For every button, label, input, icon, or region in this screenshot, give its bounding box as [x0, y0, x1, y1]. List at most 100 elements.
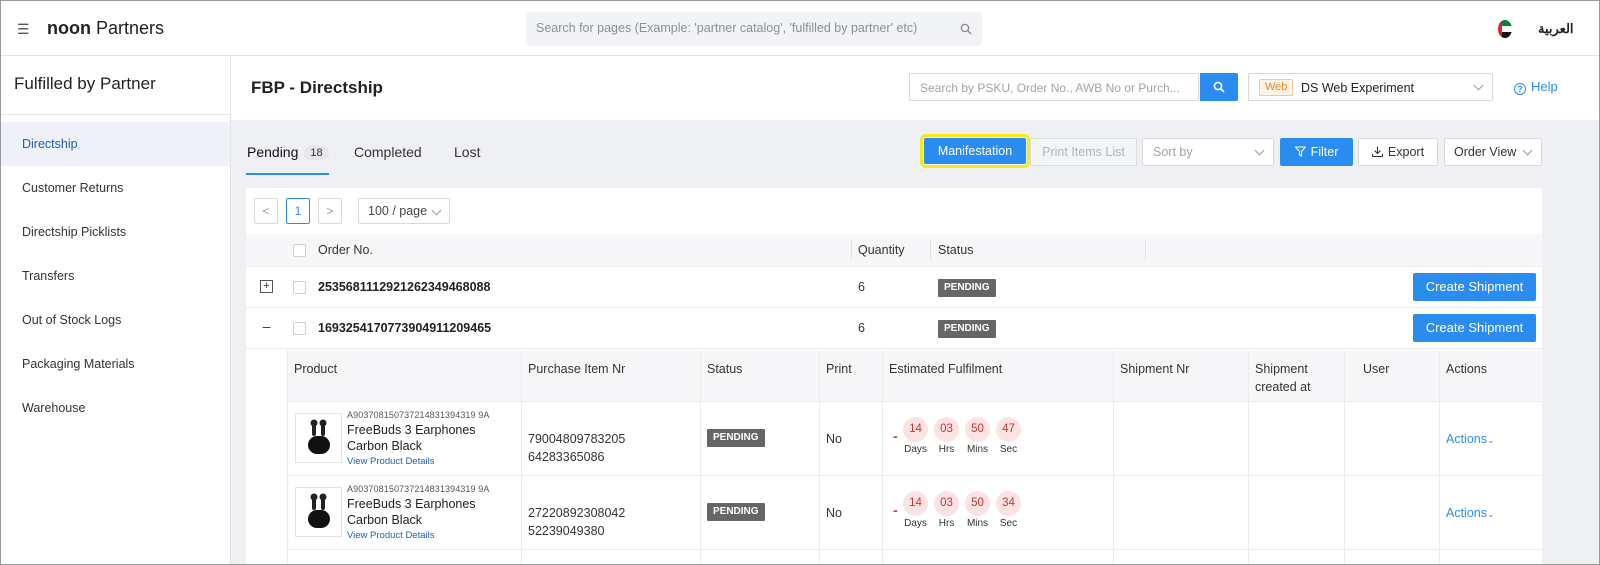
- collapse-row-icon[interactable]: –: [260, 319, 273, 334]
- order-item-row: A903708150737214831394319 9A FreeBuds 3 …: [288, 402, 1543, 476]
- search-icon: [1213, 81, 1225, 93]
- product-name: FreeBuds 3 Earphones Carbon Black: [347, 423, 476, 453]
- product-image: [295, 487, 342, 537]
- sidebar-item-warehouse[interactable]: Warehouse: [1, 386, 230, 430]
- view-product-details-link[interactable]: View Product Details: [347, 456, 434, 467]
- status-badge: PENDING: [707, 429, 765, 447]
- order-row[interactable]: + 2535681112921262349468088 6 PENDING Cr…: [246, 267, 1542, 308]
- order-number: 169325417077390491120946​5: [318, 321, 492, 335]
- chevron-down-icon: [1254, 145, 1265, 156]
- create-shipment-button[interactable]: Create Shipment: [1413, 314, 1536, 342]
- page-1-button[interactable]: 1: [286, 198, 310, 224]
- download-icon: [1371, 146, 1383, 158]
- status-badge: PENDING: [938, 279, 996, 297]
- export-button[interactable]: Export: [1358, 138, 1438, 166]
- order-quantity: 6: [858, 321, 865, 335]
- order-item-row: A903708150737214831394319 9A FreeBuds 3 …: [288, 476, 1543, 550]
- page-size-select[interactable]: 100 / page: [358, 198, 450, 224]
- status-badge: PENDING: [707, 503, 765, 521]
- product-sku: A903708150737214831394319 9A: [347, 484, 490, 494]
- chevron-down-icon: [1522, 145, 1533, 156]
- actions-dropdown[interactable]: Actions⌄: [1446, 506, 1495, 520]
- print-value: No: [826, 506, 842, 520]
- sidebar-item-directship[interactable]: Directship: [1, 122, 230, 166]
- experiment-select[interactable]: Web DS Web Experiment: [1248, 73, 1493, 101]
- column-estimated-fulfilment: Estimated Fulfilment: [889, 362, 1003, 376]
- sort-by-placeholder: Sort by: [1153, 145, 1193, 159]
- create-shipment-button[interactable]: Create Shipment: [1413, 273, 1536, 301]
- sidebar-item-out-of-stock-logs[interactable]: Out of Stock Logs: [1, 298, 230, 342]
- order-view-label: Order View: [1454, 145, 1517, 159]
- filter-button[interactable]: Filter: [1280, 138, 1353, 166]
- chevron-down-icon: ⌄: [1487, 435, 1495, 445]
- global-search-input[interactable]: Search for pages (Example: 'partner cata…: [526, 12, 982, 46]
- page-size-label: 100 / page: [368, 204, 428, 218]
- top-bar: ☰ noon Partners Search for pages (Exampl…: [1, 1, 1599, 56]
- sidebar-title: Fulfilled by Partner: [14, 74, 156, 93]
- sort-by-select[interactable]: Sort by: [1142, 138, 1274, 166]
- tab-completed[interactable]: Completed: [354, 144, 422, 160]
- sidebar-item-directship-picklists[interactable]: Directship Picklists: [1, 210, 230, 254]
- next-page-button[interactable]: >: [318, 198, 342, 224]
- column-print: Print: [826, 362, 852, 376]
- product-sku: A903708150737214831394319 9A: [347, 410, 490, 420]
- chevron-down-icon: [431, 205, 442, 216]
- order-search-input[interactable]: Search by PSKU, Order No., AWB No or Pur…: [909, 73, 1199, 101]
- tab-lost[interactable]: Lost: [454, 144, 480, 160]
- purchase-item-nr: 64283365086: [528, 450, 605, 464]
- timer-minutes: 50 Mins: [965, 491, 990, 529]
- page-title: FBP - Directship: [251, 78, 383, 97]
- column-actions: Actions: [1446, 362, 1487, 376]
- help-label: Help: [1531, 79, 1558, 94]
- manifestation-button[interactable]: Manifestation: [920, 134, 1030, 168]
- column-product: Product: [294, 362, 338, 376]
- sidebar-item-customer-returns[interactable]: Customer Returns: [1, 166, 230, 210]
- row-checkbox[interactable]: [293, 281, 306, 294]
- timer-minutes: 50 Mins: [965, 417, 990, 455]
- timer-hours: 03 Hrs: [934, 417, 959, 455]
- prev-page-button[interactable]: <: [254, 198, 278, 224]
- order-row[interactable]: – 169325417077390491120946​5 6 PENDING C…: [246, 308, 1542, 349]
- tab-pending-label: Pending: [247, 144, 299, 160]
- filter-icon: [1293, 146, 1307, 157]
- column-status: Status: [938, 243, 974, 257]
- page-header: FBP - Directship Search by PSKU, Order N…: [231, 56, 1599, 120]
- column-divider: [930, 240, 931, 260]
- actions-label: Actions: [1446, 506, 1487, 520]
- column-shipment-nr: Shipment Nr: [1120, 362, 1190, 376]
- brand-logo[interactable]: noon Partners: [47, 18, 164, 39]
- help-link[interactable]: ? Help: [1514, 79, 1558, 95]
- print-items-list-button[interactable]: Print Items List: [1030, 138, 1137, 166]
- order-quantity: 6: [858, 280, 865, 294]
- expand-row-icon[interactable]: +: [260, 280, 273, 293]
- column-divider: [851, 240, 852, 260]
- order-view-select[interactable]: Order View: [1444, 138, 1542, 166]
- order-search-placeholder: Search by PSKU, Order No., AWB No or Pur…: [920, 81, 1180, 95]
- tab-pending[interactable]: Pending 18: [247, 144, 329, 160]
- sidebar-item-transfers[interactable]: Transfers: [1, 254, 230, 298]
- row-checkbox[interactable]: [293, 322, 306, 335]
- column-item-status: Status: [707, 362, 743, 376]
- purchase-item-nr: 79004809783205: [528, 432, 626, 446]
- purchase-item-numbers: 79004809783205 64283365086: [528, 430, 625, 466]
- actions-dropdown[interactable]: Actions⌄: [1446, 432, 1495, 446]
- purchase-item-numbers: 27220892308042 52239049380: [528, 504, 625, 540]
- purchase-item-nr: 52239049380: [528, 524, 605, 538]
- product-image: [295, 413, 342, 463]
- orders-table-header: Order No. Quantity Status: [246, 234, 1542, 267]
- sidebar-item-packaging-materials[interactable]: Packaging Materials: [1, 342, 230, 386]
- language-switch[interactable]: العربية: [1538, 21, 1574, 37]
- sidebar-divider: [1, 114, 230, 115]
- order-search-button[interactable]: [1200, 73, 1238, 101]
- experiment-label: DS Web Experiment: [1301, 81, 1415, 95]
- orders-table-card: < 1 > 100 / page Order No. Quantity Stat…: [246, 188, 1543, 564]
- timer-seconds: 47 Sec: [996, 417, 1021, 455]
- active-tab-indicator: [246, 173, 329, 175]
- uae-flag-icon[interactable]: [1498, 20, 1512, 38]
- view-product-details-link[interactable]: View Product Details: [347, 530, 434, 541]
- timer-days: 14 Days: [903, 491, 928, 529]
- select-all-checkbox[interactable]: [293, 244, 306, 257]
- actions-label: Actions: [1446, 432, 1487, 446]
- menu-icon[interactable]: ☰: [17, 21, 30, 38]
- search-icon: [960, 23, 972, 35]
